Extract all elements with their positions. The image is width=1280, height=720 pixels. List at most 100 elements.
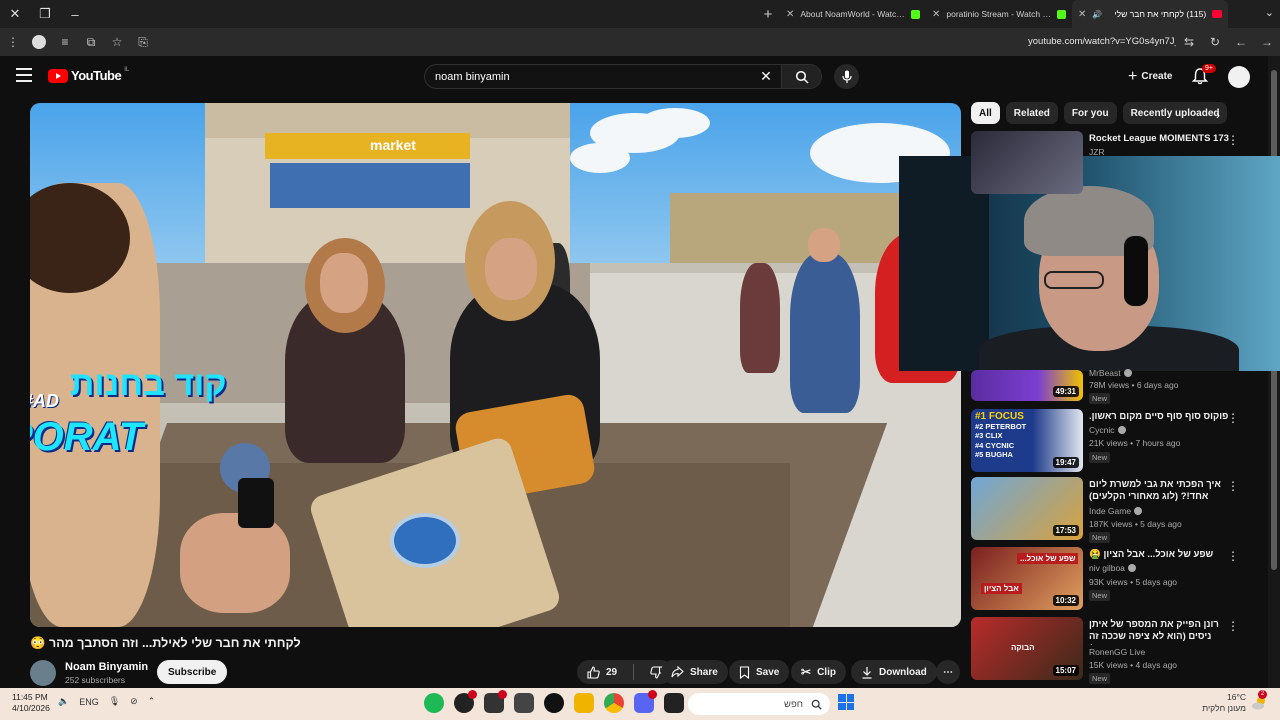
- close-window-icon[interactable]: ✕: [0, 0, 30, 28]
- extensions-icon[interactable]: ⧉: [78, 28, 104, 56]
- recommendation-title[interactable]: פוקוס סוף סוף סיים מקום ראשון.: [1089, 411, 1239, 423]
- video-thumbnail[interactable]: הבוקה 15:07: [971, 617, 1083, 680]
- more-vertical-icon[interactable]: ⋮: [1227, 549, 1239, 563]
- webcam-headphones: [1124, 236, 1148, 306]
- more-actions-button[interactable]: ⋯: [936, 660, 960, 684]
- weather-widget[interactable]: 16°C מעונן חלקית: [1202, 692, 1246, 714]
- close-tab-icon[interactable]: ✕: [932, 9, 940, 20]
- clip-label: Clip: [817, 666, 836, 678]
- recommendation-title[interactable]: Rocket League MOIMENTS 173: [1089, 133, 1239, 145]
- taskbar-search[interactable]: חפש: [688, 693, 830, 715]
- tab-poratinio[interactable]: ✕ poratinio Stream - Watch Live on: [926, 0, 1072, 28]
- restore-window-icon[interactable]: ❐: [30, 0, 60, 28]
- back-icon[interactable]: ←: [1228, 28, 1254, 56]
- video-microphone-body: [238, 478, 274, 528]
- thumb-text: הבוקה: [1011, 643, 1035, 652]
- video-player[interactable]: market קוד בחנות #AD PORAT: [30, 103, 961, 627]
- audio-icon[interactable]: 🔊: [1092, 10, 1102, 19]
- forward-icon[interactable]: →: [1254, 28, 1280, 56]
- discord-icon[interactable]: [634, 690, 657, 713]
- recommendation-item[interactable]: הבוקה 15:07 רונן הפייק את המספר של איתן …: [971, 617, 1261, 684]
- screen-record-icon[interactable]: ⊘: [130, 696, 138, 707]
- create-button[interactable]: + Create: [1118, 64, 1183, 89]
- app-icon[interactable]: [664, 693, 684, 713]
- video-thumbnail[interactable]: שפע של אוכל... אבל הציון 10:32: [971, 547, 1083, 610]
- volume-icon[interactable]: 🔈: [58, 696, 69, 707]
- recommendation-channel[interactable]: Inde Game: [1089, 506, 1143, 516]
- verified-icon: [1134, 507, 1143, 515]
- tray-chevron-icon[interactable]: ⌃: [148, 696, 156, 707]
- clip-button[interactable]: ✂ Clip: [791, 660, 846, 684]
- share-button[interactable]: Share: [661, 660, 728, 684]
- minimize-window-icon[interactable]: –: [60, 0, 90, 28]
- chip-recently-uploaded[interactable]: Recently uploaded: [1122, 102, 1228, 124]
- spotify-icon[interactable]: [424, 693, 444, 713]
- close-tab-icon[interactable]: ✕: [1078, 9, 1086, 20]
- video-thumbnail[interactable]: 49:31: [971, 370, 1083, 401]
- tab-search-chevron-icon[interactable]: ⌄: [1265, 6, 1274, 19]
- app-icon[interactable]: [484, 690, 507, 713]
- more-vertical-icon[interactable]: ⋮: [1227, 133, 1239, 147]
- microphone-icon[interactable]: 🎙: [109, 696, 120, 707]
- more-vertical-icon[interactable]: ⋮: [1227, 619, 1239, 633]
- like-button[interactable]: 29: [577, 660, 627, 684]
- menu-dots-icon[interactable]: ⋮: [0, 28, 26, 56]
- chip-related[interactable]: Related: [1005, 102, 1058, 124]
- app-icon[interactable]: [514, 693, 534, 713]
- more-vertical-icon[interactable]: ⋮: [1227, 479, 1239, 493]
- youtube-logo[interactable]: YouTube IL: [48, 67, 129, 83]
- chip-for-you[interactable]: For you: [1063, 102, 1117, 124]
- clock[interactable]: 11:45 PM 4/10/2026: [12, 692, 50, 714]
- subscribe-button[interactable]: Subscribe: [157, 660, 228, 684]
- tab-noamworld[interactable]: ✕ About NoamWorld - Watch Live on: [780, 0, 926, 28]
- recommendation-channel[interactable]: MrBeast: [1089, 368, 1132, 378]
- channel-avatar[interactable]: [30, 660, 56, 686]
- recommendation-channel[interactable]: Cycnic: [1089, 425, 1126, 435]
- site-settings-icon[interactable]: ⇆: [1176, 28, 1202, 56]
- close-tab-icon[interactable]: ✕: [786, 9, 794, 20]
- recommendation-item[interactable]: 49:31 MrBeast 78M views • 6 days ago New: [971, 340, 1261, 404]
- reload-icon[interactable]: ↻: [1202, 28, 1228, 56]
- language-indicator[interactable]: ENG: [79, 697, 99, 707]
- profile-icon[interactable]: [26, 28, 52, 56]
- recommendation-item[interactable]: #1 FOCUS #2 PETERBOT #3 CLIX #4 CYCNIC #…: [971, 409, 1261, 473]
- screenshot-icon[interactable]: ⎘: [130, 28, 156, 56]
- voice-search-button[interactable]: [834, 64, 859, 89]
- obs-icon[interactable]: [454, 690, 477, 713]
- recommendation-title[interactable]: איך הפכתי את גבי למשרת ליום אחד!? (לוג מ…: [1089, 479, 1239, 503]
- recommendation-item[interactable]: Rocket League MOIMENTS 173 JZR ⋮: [971, 131, 1261, 195]
- search-button[interactable]: [781, 65, 821, 88]
- recommendation-item[interactable]: שפע של אוכל... אבל הציון 10:32 שפע של או…: [971, 547, 1261, 611]
- recommendation-channel[interactable]: RonenGG Live: [1089, 647, 1145, 657]
- video-thumbnail[interactable]: #1 FOCUS #2 PETERBOT #3 CLIX #4 CYCNIC #…: [971, 409, 1083, 472]
- search-input[interactable]: noam binyamin: [425, 71, 751, 83]
- video-thumbnail[interactable]: [971, 131, 1083, 194]
- chevron-right-icon[interactable]: ›: [1216, 108, 1220, 122]
- save-button[interactable]: Save: [729, 660, 790, 684]
- recommendation-channel[interactable]: niv gilboa: [1089, 563, 1136, 573]
- app-icon[interactable]: [544, 693, 564, 713]
- video-thumbnail[interactable]: 17:53: [971, 477, 1083, 540]
- page-scrollbar[interactable]: [1268, 56, 1280, 688]
- reading-list-icon[interactable]: ≡: [52, 28, 78, 56]
- notification-center-icon[interactable]: 2: [1250, 690, 1268, 712]
- chip-all[interactable]: All: [971, 102, 1000, 124]
- download-button[interactable]: Download: [851, 660, 937, 684]
- recommendation-channel[interactable]: JZR: [1089, 147, 1105, 157]
- chrome-icon[interactable]: [604, 693, 624, 713]
- recommendation-title[interactable]: שפע של אוכל... אבל הציון 🤮: [1089, 549, 1239, 561]
- file-explorer-icon[interactable]: [574, 693, 594, 713]
- hamburger-menu-icon[interactable]: [16, 68, 32, 82]
- youtube-icon: [1212, 10, 1222, 18]
- recommendation-title[interactable]: רונן הפייק את המספר של איתן ניסים (הוא ל…: [1089, 619, 1239, 645]
- tab-youtube-video[interactable]: ✕ 🔊 (115) לקחתי את חבר שלי: [1072, 0, 1228, 28]
- channel-name[interactable]: Noam Binyamin: [65, 661, 148, 673]
- url-field[interactable]: youtube.com/watch?v=YG0s4yn7J_I: [1028, 36, 1176, 47]
- recommendation-item[interactable]: 17:53 איך הפכתי את גבי למשרת ליום אחד!? …: [971, 477, 1261, 543]
- new-tab-button[interactable]: +: [756, 6, 780, 23]
- clear-search-icon[interactable]: ✕: [751, 68, 781, 85]
- more-vertical-icon[interactable]: ⋮: [1227, 411, 1239, 425]
- account-avatar[interactable]: [1228, 66, 1250, 88]
- bookmark-star-icon[interactable]: ☆: [104, 28, 130, 56]
- windows-start-icon[interactable]: [838, 694, 854, 710]
